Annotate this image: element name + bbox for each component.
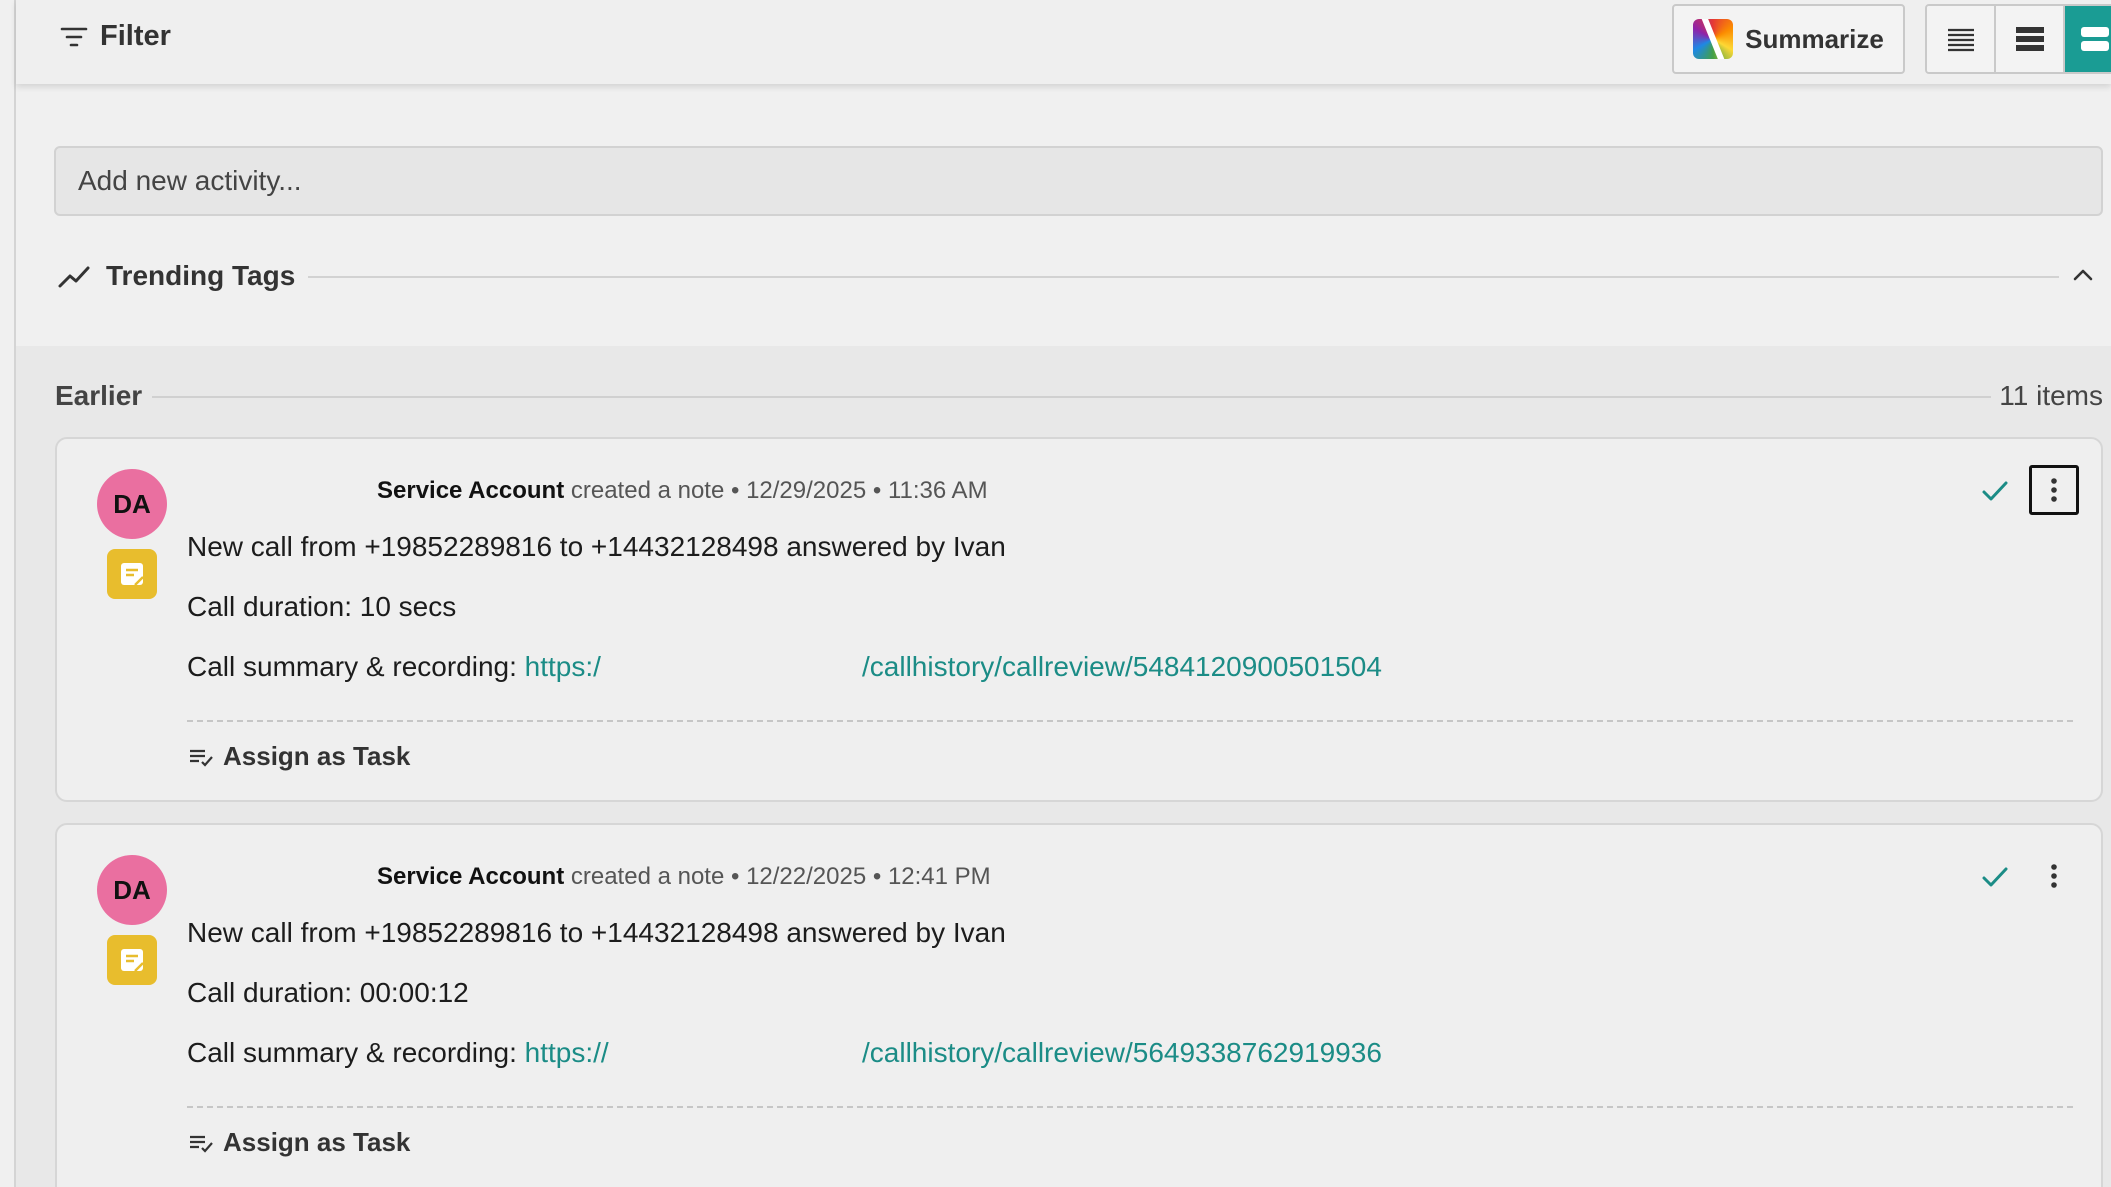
note-action: created a note (570, 477, 725, 504)
summarize-logo-icon (1693, 19, 1734, 59)
top-toolbar: Filter Summarize (16, 0, 2111, 84)
trending-divider (308, 276, 2059, 278)
summarize-button[interactable]: Summarize (1672, 4, 1905, 74)
check-icon[interactable] (1977, 859, 2013, 895)
assign-task-label: Assign as Task (223, 1127, 411, 1157)
view-comfortable-button[interactable] (1996, 6, 2065, 72)
filter-label: Filter (100, 20, 171, 52)
note-author[interactable]: Service Account (377, 477, 564, 504)
section-title: Earlier (55, 380, 143, 411)
assign-task-button[interactable]: Assign as Task (187, 741, 410, 772)
note-line-summary: Call summary & recording: https:// (187, 1037, 609, 1069)
note-action: created a note (570, 863, 725, 890)
note-line-call: New call from +19852289816 to +144321284… (187, 531, 1006, 562)
more-options-button[interactable] (2029, 851, 2079, 901)
more-vertical-icon (2051, 478, 2057, 502)
recording-link[interactable]: https:// (525, 1037, 609, 1068)
avatar: DA (97, 855, 167, 925)
note-divider (187, 1106, 2073, 1108)
summary-label: Call summary & recording: (187, 651, 525, 682)
recording-link-path[interactable]: /callhistory/callreview/5649338762919936 (862, 1037, 1382, 1069)
trending-icon (58, 266, 90, 288)
add-activity-input[interactable]: Add new activity... (54, 146, 2103, 216)
trending-title: Trending Tags (106, 260, 296, 291)
assign-task-icon (190, 1135, 213, 1153)
summarize-label: Summarize (1745, 23, 1884, 54)
view-expanded-button[interactable] (2065, 6, 2111, 72)
recording-link[interactable]: https:/ (525, 651, 601, 682)
compact-list-icon (1947, 28, 1974, 52)
note-meta: Service Account created a note • 12/29/2… (377, 477, 988, 504)
note-date: 12/22/2025 (746, 863, 867, 890)
note-meta: Service Account created a note • 12/22/2… (377, 863, 991, 890)
recording-link-path[interactable]: /callhistory/callreview/5484120900501504 (862, 651, 1382, 683)
note-date: 12/29/2025 (746, 477, 867, 504)
check-icon[interactable] (1977, 473, 2013, 509)
note-card: DA Service Account created a note • 12/2… (55, 823, 2103, 1187)
items-count: 11 items (1999, 380, 2103, 411)
note-time: 12:41 PM (887, 863, 991, 890)
expanded-list-icon (2081, 27, 2109, 51)
note-icon (107, 549, 157, 599)
view-density-toggle (1925, 4, 2111, 74)
note-line-duration: Call duration: 10 secs (187, 591, 457, 622)
trending-tags-header: Trending Tags (56, 258, 295, 294)
filter-icon (60, 27, 88, 46)
comfortable-list-icon (2015, 27, 2044, 51)
assign-task-label: Assign as Task (223, 741, 411, 771)
note-card: DA Service Account created a note • 12/2… (55, 437, 2103, 802)
note-author[interactable]: Service Account (377, 863, 564, 890)
section-divider (152, 396, 1991, 398)
more-options-button[interactable] (2029, 465, 2079, 515)
filter-button[interactable]: Filter (58, 20, 171, 53)
assign-task-icon (190, 749, 213, 767)
view-compact-button[interactable] (1927, 6, 1996, 72)
note-line-duration: Call duration: 00:00:12 (187, 977, 469, 1008)
note-time: 11:36 AM (887, 477, 988, 504)
assign-task-button[interactable]: Assign as Task (187, 1127, 410, 1158)
summary-label: Call summary & recording: (187, 1037, 525, 1068)
note-line-summary: Call summary & recording: https:/ (187, 651, 601, 683)
note-divider (187, 720, 2073, 722)
note-icon (107, 935, 157, 985)
avatar: DA (97, 469, 167, 539)
chevron-up-icon[interactable] (2070, 262, 2096, 288)
note-line-call: New call from +19852289816 to +144321284… (187, 917, 1006, 948)
more-vertical-icon (2051, 864, 2057, 888)
